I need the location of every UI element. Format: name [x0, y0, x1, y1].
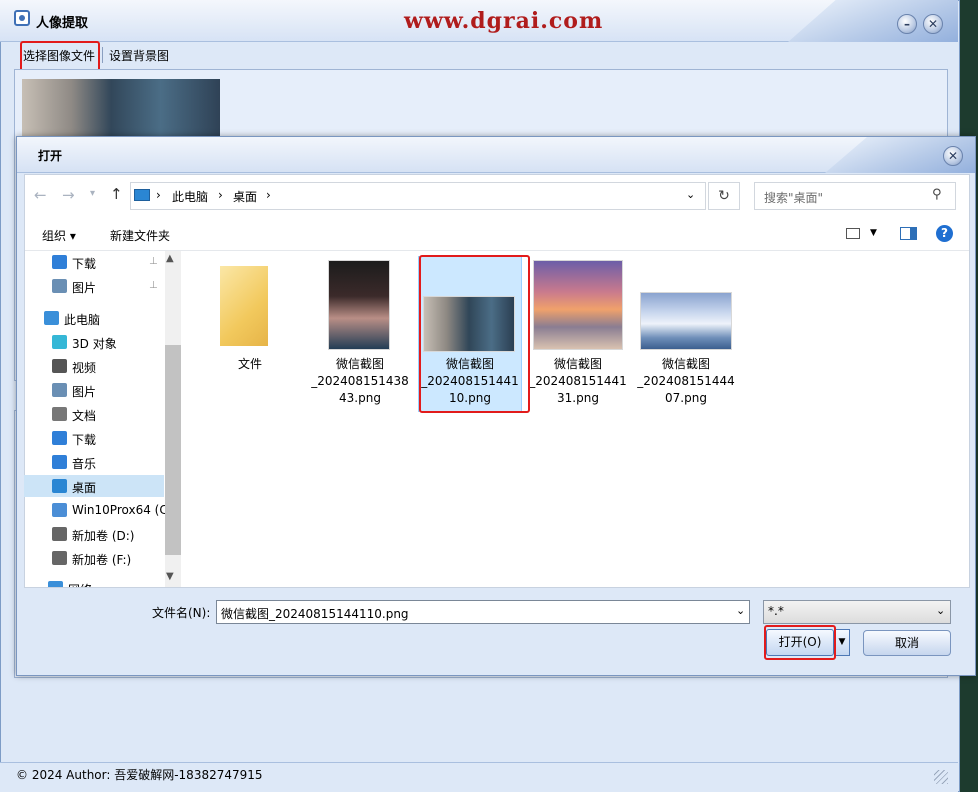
- filename-value: 微信截图_20240815144110.png: [221, 607, 409, 621]
- pictures-icon: [52, 279, 67, 293]
- sidebar-item-label: 新加卷 (F:): [72, 553, 132, 567]
- drive-c-icon: [52, 503, 67, 517]
- sidebar-item-label: 此电脑: [64, 313, 101, 327]
- file-item[interactable]: 微信截图 _202408151441 31.png: [526, 256, 630, 412]
- resize-grip-icon[interactable]: [934, 770, 948, 784]
- recent-locations-icon[interactable]: ▾: [90, 188, 95, 199]
- download-icon: [52, 255, 67, 269]
- image-thumbnail: [328, 260, 390, 350]
- file-item[interactable]: 微信截图 _202408151444 07.png: [634, 256, 738, 412]
- sidebar-item-label: 3D 对象: [72, 337, 117, 351]
- sidebar-item-label: 图片: [72, 385, 97, 399]
- crumb-separator: ›: [218, 188, 223, 202]
- scroll-down-icon[interactable]: ▼: [166, 571, 174, 582]
- file-name: 微信截图 _202408151438 43.png: [311, 357, 409, 405]
- file-type-value: *.*: [768, 604, 784, 618]
- scrollbar-thumb[interactable]: [165, 345, 181, 555]
- music-icon: [52, 455, 67, 469]
- menu-separator: [102, 47, 103, 63]
- sidebar-item-label: 下载: [72, 433, 97, 447]
- cancel-button[interactable]: 取消: [863, 630, 951, 656]
- network-icon: [48, 581, 63, 587]
- back-arrow-icon[interactable]: ←: [34, 186, 47, 204]
- videos-icon: [52, 359, 67, 373]
- dialog-title-bar: [17, 137, 975, 173]
- filename-label: 文件名(N):: [152, 606, 211, 620]
- preview-pane-icon[interactable]: [900, 227, 917, 240]
- address-bar[interactable]: [130, 182, 706, 210]
- 3d-objects-icon: [52, 335, 67, 349]
- desktop-icon: [52, 479, 67, 493]
- dialog-close-button[interactable]: ✕: [943, 146, 963, 166]
- scroll-up-icon[interactable]: ▲: [166, 253, 174, 264]
- breadcrumb-this-pc[interactable]: 此电脑: [172, 188, 208, 205]
- close-button[interactable]: ✕: [923, 14, 943, 34]
- minimize-button[interactable]: –: [897, 14, 917, 34]
- download-icon: [52, 431, 67, 445]
- crumb-separator: ›: [156, 188, 161, 202]
- sidebar-item-label: 新加卷 (D:): [72, 529, 135, 543]
- forward-arrow-icon[interactable]: →: [62, 186, 75, 204]
- crumb-separator: ›: [266, 188, 271, 202]
- chevron-down-icon[interactable]: ⌄: [936, 604, 945, 617]
- app-icon: [14, 10, 30, 26]
- new-folder-button[interactable]: 新建文件夹: [110, 227, 170, 244]
- open-dropdown-icon[interactable]: ▼: [834, 629, 850, 656]
- chevron-down-icon[interactable]: ⌄: [686, 188, 695, 201]
- computer-icon: [44, 311, 59, 325]
- image-thumbnail: [533, 260, 623, 350]
- drive-icon: [52, 527, 67, 541]
- organize-button[interactable]: 组织 ▾: [42, 227, 76, 244]
- search-placeholder: 搜索"桌面": [764, 191, 824, 205]
- file-item[interactable]: 微信截图 _202408151438 43.png: [308, 256, 412, 412]
- folder-item[interactable]: 文件: [198, 256, 302, 412]
- image-thumbnail: [640, 292, 732, 350]
- up-arrow-icon[interactable]: ↑: [110, 185, 123, 203]
- sidebar-item-label: 桌面: [72, 481, 97, 495]
- sidebar-item-label: 视频: [72, 361, 97, 375]
- sidebar-item-label: 图片: [72, 281, 97, 295]
- pictures-icon: [52, 383, 67, 397]
- breadcrumb-desktop[interactable]: 桌面: [233, 188, 257, 205]
- pin-icon[interactable]: ⊥: [149, 256, 158, 267]
- chevron-down-icon[interactable]: ⌄: [736, 604, 745, 617]
- documents-icon: [52, 407, 67, 421]
- status-text: © 2024 Author: 吾爱破解网-18382747915: [16, 768, 263, 782]
- highlight-box: [419, 255, 530, 413]
- highlight-box: [764, 625, 836, 660]
- search-icon[interactable]: ⚲: [932, 187, 942, 202]
- menu-set-background[interactable]: 设置背景图: [109, 47, 169, 64]
- computer-icon: [134, 189, 150, 201]
- preview-image: [22, 79, 220, 139]
- sidebar-item-label: 下载: [72, 257, 97, 271]
- refresh-icon[interactable]: ↻: [708, 182, 740, 210]
- main-window-title: 人像提取: [36, 16, 89, 31]
- help-icon[interactable]: ?: [936, 225, 953, 242]
- file-type-select[interactable]: [763, 600, 951, 624]
- sidebar-item-label: Win10Prox64 (C: [72, 503, 168, 517]
- view-icon[interactable]: [846, 228, 860, 239]
- file-name: 微信截图 _202408151441 31.png: [529, 357, 627, 405]
- dialog-title: 打开: [38, 149, 63, 163]
- watermark-text: www.dgrai.com: [404, 8, 604, 34]
- pin-icon[interactable]: ⊥: [149, 280, 158, 291]
- file-name: 微信截图 _202408151444 07.png: [637, 357, 735, 405]
- file-name: 文件: [237, 357, 262, 371]
- sidebar-item-label: 音乐: [72, 457, 97, 471]
- menu-bar: 选择图像文件 设置背景图: [14, 42, 954, 68]
- folder-icon: [220, 266, 268, 346]
- drive-icon: [52, 551, 67, 565]
- sidebar-item-label: 网络: [68, 581, 92, 587]
- chevron-down-icon[interactable]: ▼: [870, 228, 877, 238]
- sidebar-item-label: 文档: [72, 409, 97, 423]
